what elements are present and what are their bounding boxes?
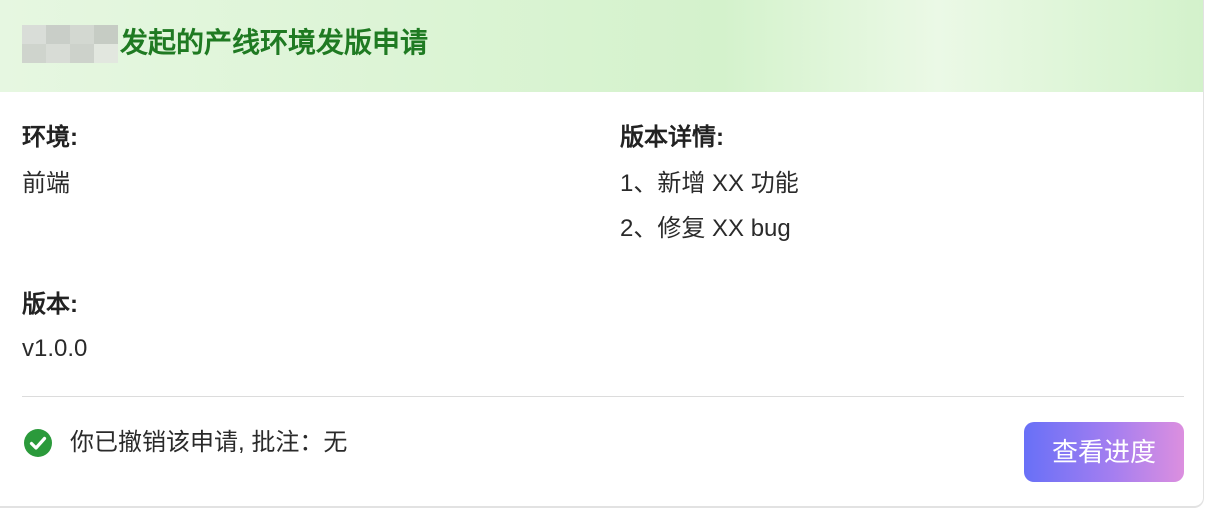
check-circle-icon (24, 429, 52, 457)
redacted-requester-name (22, 25, 118, 63)
footer-divider (22, 396, 1184, 397)
version-value: v1.0.0 (22, 335, 88, 362)
card-header: 发起的产线环境发版申请 (0, 0, 1203, 92)
version-details-line: 1、新增 XX 功能 (620, 170, 799, 197)
version-details-label: 版本详情: (620, 124, 724, 151)
release-request-card: 发起的产线环境发版申请 环境: 前端 版本: v1.0.0 版本详情: 1、新增… (0, 0, 1204, 508)
view-progress-button[interactable]: 查看进度 (1024, 422, 1184, 482)
version-label: 版本: (22, 291, 78, 318)
environment-value: 前端 (22, 170, 70, 197)
environment-label: 环境: (22, 124, 78, 151)
version-details-line: 2、修复 XX bug (620, 215, 791, 242)
status-text: 你已撤销该申请, 批注：无 (70, 429, 348, 456)
card-title: 发起的产线环境发版申请 (120, 27, 429, 58)
